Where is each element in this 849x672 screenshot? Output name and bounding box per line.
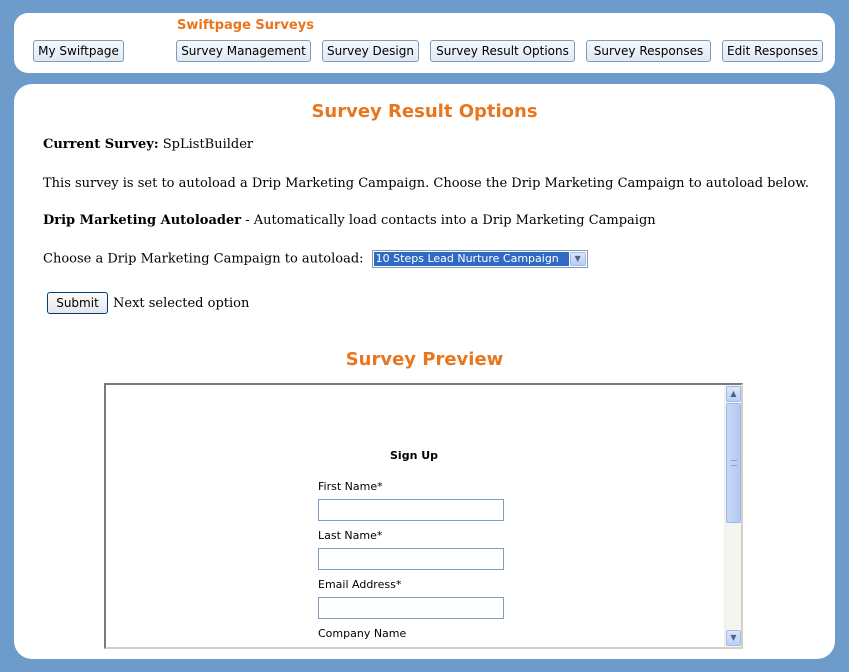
main-panel: Survey Result Options Current Survey: Sp… [14,84,835,659]
nav-survey-result-options[interactable]: Survey Result Options [430,40,575,62]
email-label: Email Address* [318,578,402,591]
first-name-input[interactable] [318,499,504,521]
choose-campaign-label: Choose a Drip Marketing Campaign to auto… [43,251,364,267]
last-name-label: Last Name* [318,529,383,542]
brand-title: Swiftpage Surveys [177,18,314,33]
autoloader-label: Drip Marketing Autoloader [43,213,242,228]
first-name-label: First Name* [318,480,383,493]
nav-edit-responses[interactable]: Edit Responses [722,40,823,62]
chevron-down-icon[interactable]: ▼ [569,252,586,266]
page-title: Survey Result Options [311,101,538,122]
campaign-select-value: 10 Steps Lead Nurture Campaign [373,252,569,266]
choose-campaign-row: Choose a Drip Marketing Campaign to auto… [43,250,588,268]
nav-survey-responses[interactable]: Survey Responses [586,40,711,62]
grip-icon [731,460,737,466]
current-survey-value: SpListBuilder [162,137,254,152]
campaign-select[interactable]: 10 Steps Lead Nurture Campaign ▼ [371,250,588,268]
autoloader-description: - Automatically load contacts into a Dri… [241,213,656,228]
submit-button[interactable]: Submit [47,292,108,314]
survey-preview-title: Survey Preview [345,349,504,370]
company-name-label: Company Name [318,627,407,640]
email-input[interactable] [318,597,504,619]
survey-preview-frame: Sign Up First Name* Last Name* Email Add… [104,383,743,649]
preview-form: Sign Up First Name* Last Name* Email Add… [106,385,726,647]
arrow-up-icon[interactable]: ▲ [726,386,741,402]
top-nav-panel: Swiftpage Surveys My Swiftpage Survey Ma… [14,13,835,73]
next-selected-text: Next selected option [113,296,250,311]
autoload-note: This survey is set to autoload a Drip Ma… [43,176,809,191]
current-survey-line: Current Survey: SpListBuilder [43,137,253,152]
my-swiftpage-button[interactable]: My Swiftpage [33,40,124,62]
scrollbar-thumb[interactable] [726,403,741,523]
form-title: Sign Up [390,449,439,462]
nav-survey-design[interactable]: Survey Design [322,40,419,62]
autoloader-line: Drip Marketing Autoloader - Automaticall… [43,213,656,228]
preview-scrollbar[interactable]: ▲ ▼ [724,385,741,647]
current-survey-label: Current Survey: [43,137,159,152]
arrow-down-icon[interactable]: ▼ [726,630,741,646]
last-name-input[interactable] [318,548,504,570]
nav-survey-management[interactable]: Survey Management [176,40,311,62]
